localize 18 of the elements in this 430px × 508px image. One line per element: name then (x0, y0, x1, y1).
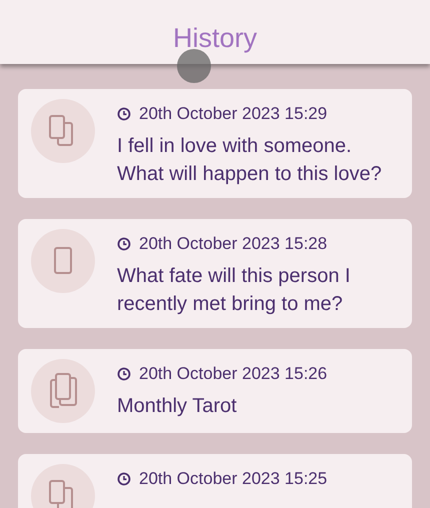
clock-icon (117, 237, 131, 251)
history-card[interactable]: 20th October 2023 15:25 (18, 454, 412, 508)
reading-date: 20th October 2023 15:26 (139, 364, 328, 384)
card-icon (53, 246, 73, 276)
reading-question: What fate will this person I recently met bring to me? (117, 264, 352, 317)
reading-date: 20th October 2023 15:29 (139, 104, 328, 124)
history-card[interactable]: 20th October 2023 15:28 What fate will this person I recently met bring to me? (18, 219, 412, 328)
page-title: History (172, 25, 257, 55)
clock-icon (117, 107, 131, 121)
history-card[interactable]: 20th October 2023 15:26 Monthly Tarot (18, 349, 412, 433)
cards-icon (47, 372, 79, 410)
history-card[interactable]: 20th October 2023 15:29 I fell in love with someone. What will happen to this love? (18, 89, 412, 198)
reading-question: I fell in love with someone. What will happen to this love? (117, 134, 383, 187)
clock-icon (117, 472, 131, 486)
reading-question: Monthly Tarot (117, 394, 238, 419)
reading-date: 20th October 2023 15:25 (139, 469, 328, 489)
reading-date: 20th October 2023 15:28 (139, 234, 328, 254)
clock-icon (117, 367, 131, 381)
